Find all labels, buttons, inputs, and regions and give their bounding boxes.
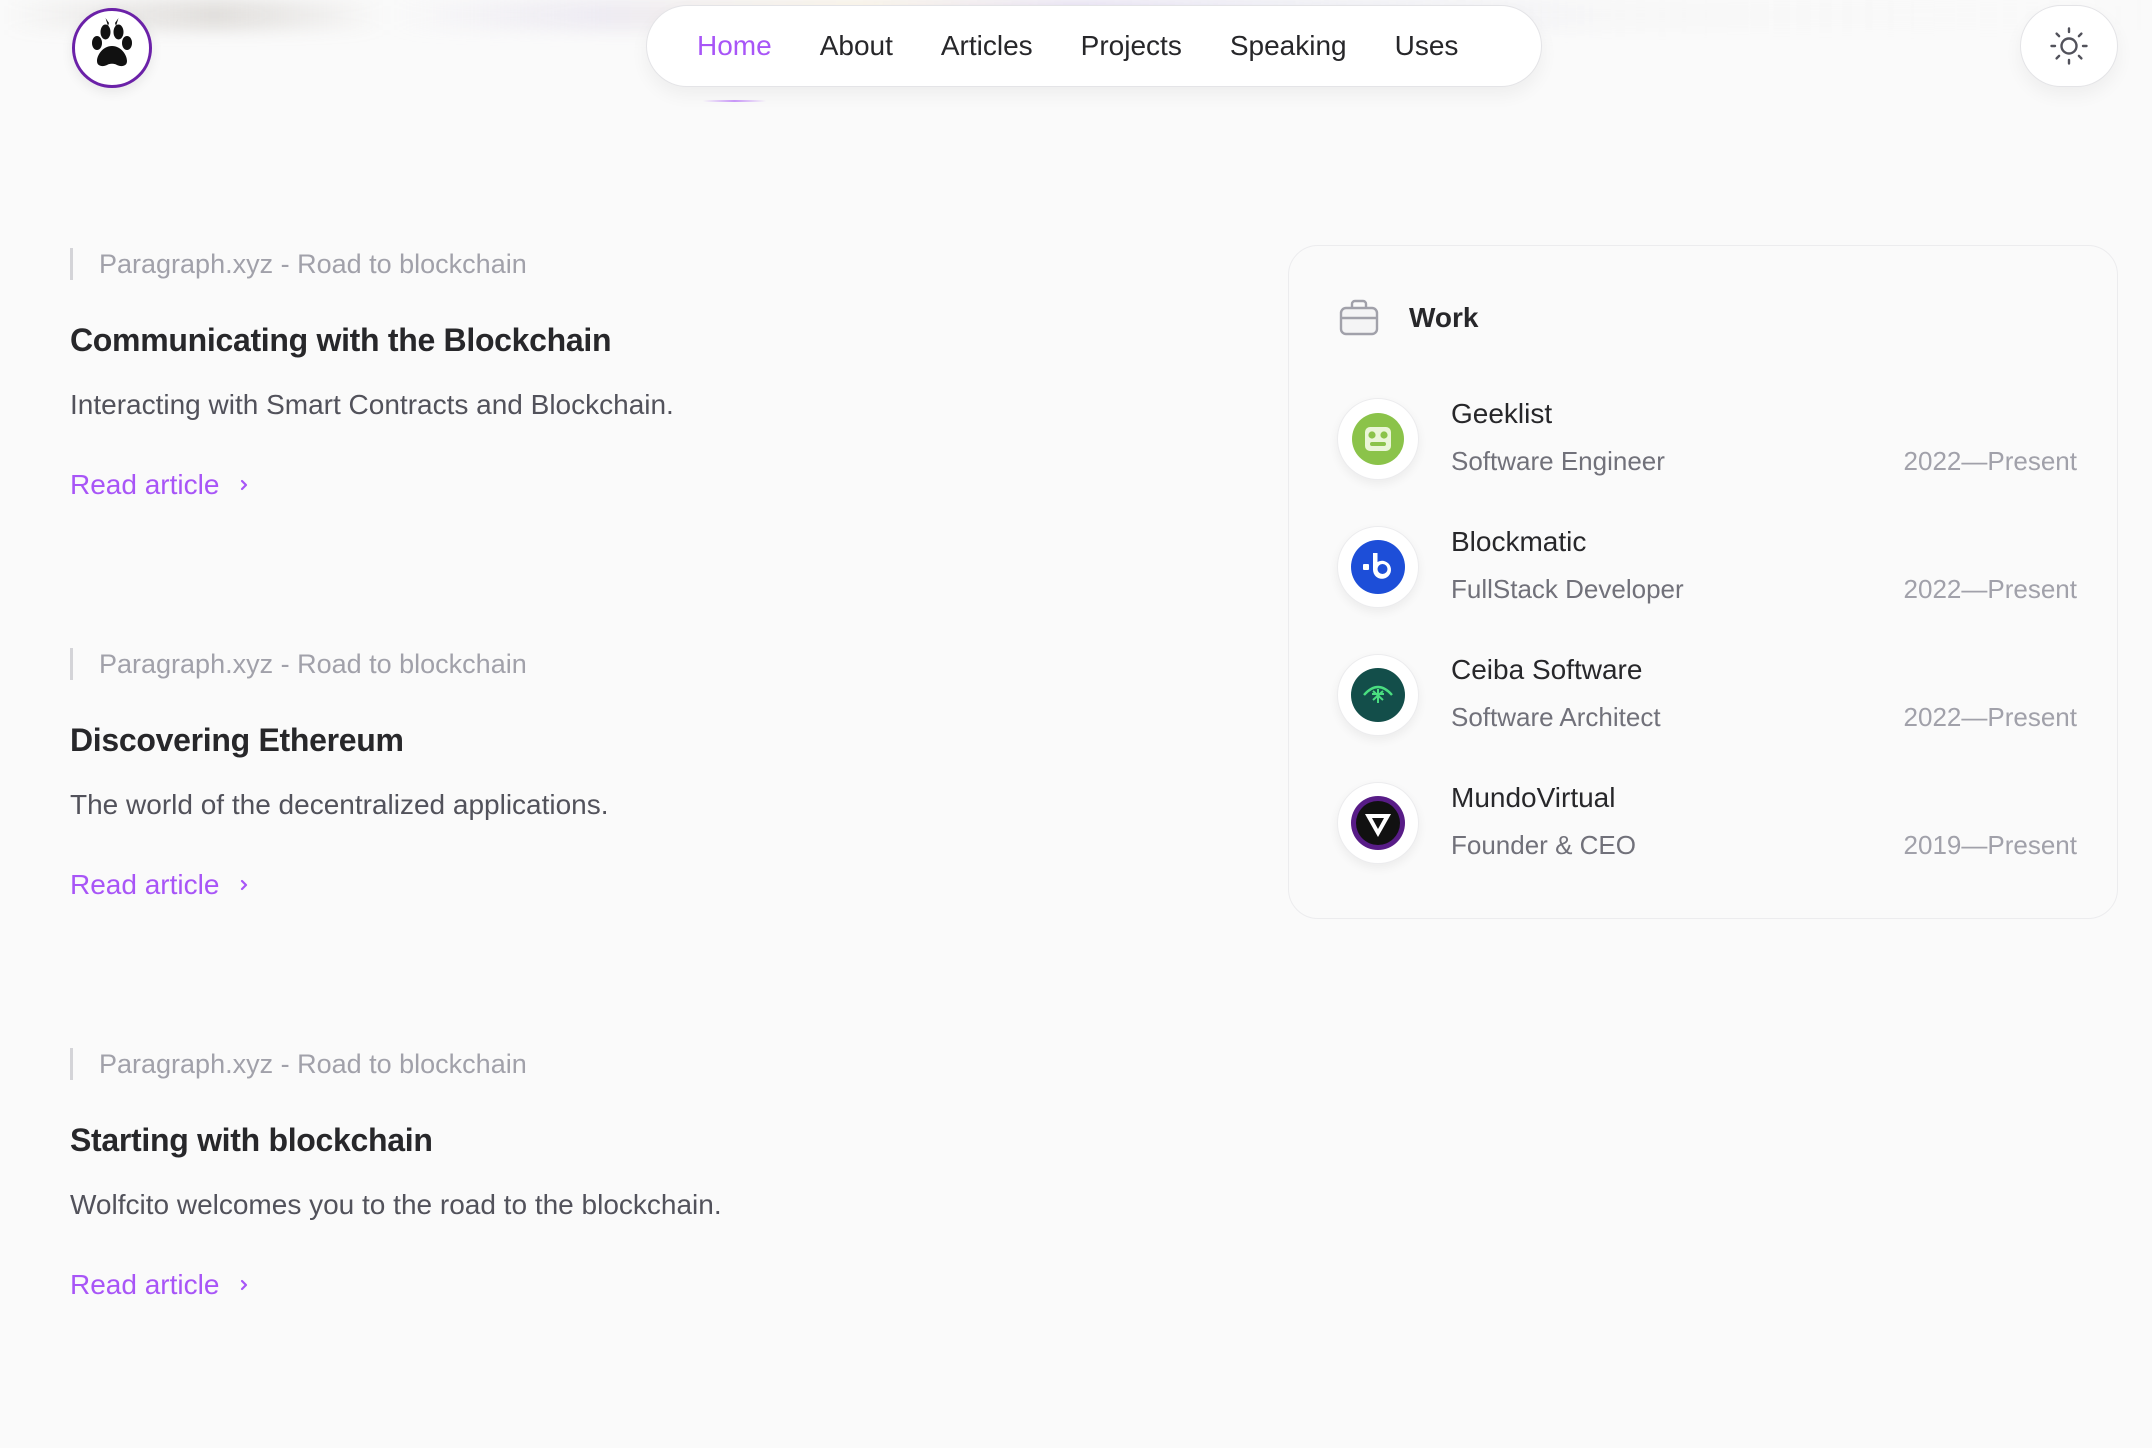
read-article-link[interactable]: Read article <box>70 469 251 501</box>
work-header: Work <box>1337 296 1479 340</box>
job-company: MundoVirtual <box>1451 782 1616 813</box>
job-item: Blockmatic FullStack Developer 2022—Pres… <box>1337 526 2077 616</box>
job-dates: 2019—Present <box>1903 830 2077 860</box>
ceiba-logo <box>1337 654 1419 736</box>
article-title[interactable]: Communicating with the Blockchain <box>70 322 1170 359</box>
read-article-label: Read article <box>70 1269 220 1300</box>
read-article-label: Read article <box>70 469 220 500</box>
article-source: Paragraph.xyz - Road to blockchain <box>70 248 1170 280</box>
chevron-right-icon <box>237 478 251 492</box>
article-title[interactable]: Discovering Ethereum <box>70 722 1170 759</box>
sun-icon <box>2050 27 2088 65</box>
job-dates: 2022—Present <box>1903 702 2077 732</box>
job-role: FullStack Developer <box>1451 574 1684 604</box>
job-role: Software Engineer <box>1451 446 1665 476</box>
nav-uses[interactable]: Uses <box>1395 30 1459 62</box>
article-description: Wolfcito welcomes you to the road to the… <box>70 1189 722 1220</box>
article-card: Paragraph.xyz - Road to blockchain Commu… <box>70 248 1170 648</box>
chevron-right-icon <box>237 878 251 892</box>
job-company: Blockmatic <box>1451 526 1587 557</box>
article-description: The world of the decentralized applicati… <box>70 789 609 820</box>
nav-speaking[interactable]: Speaking <box>1230 30 1347 62</box>
mundovirtual-logo <box>1337 782 1419 864</box>
nav-articles[interactable]: Articles <box>941 30 1033 62</box>
read-article-link[interactable]: Read article <box>70 1269 251 1301</box>
theme-toggle-button[interactable] <box>2020 5 2118 87</box>
work-title: Work <box>1409 302 1479 333</box>
briefcase-icon <box>1339 299 1379 336</box>
article-card: Paragraph.xyz - Road to blockchain Start… <box>70 1048 1170 1448</box>
geeklist-logo <box>1337 398 1419 480</box>
job-role: Founder & CEO <box>1451 830 1636 860</box>
read-article-link[interactable]: Read article <box>70 869 251 901</box>
job-dates: 2022—Present <box>1903 574 2077 604</box>
article-list: Paragraph.xyz - Road to blockchain Commu… <box>70 248 1170 1448</box>
work-card: Work Geeklist Software Engineer 2022—Pre… <box>1288 245 2118 919</box>
article-title[interactable]: Starting with blockchain <box>70 1122 1170 1159</box>
job-company: Geeklist <box>1451 398 1553 429</box>
job-dates: 2022—Present <box>1903 446 2077 476</box>
read-article-label: Read article <box>70 869 220 900</box>
site-logo[interactable] <box>72 8 152 88</box>
job-item: MundoVirtual Founder & CEO 2019—Present <box>1337 782 2077 872</box>
nav-projects[interactable]: Projects <box>1081 30 1182 62</box>
article-source: Paragraph.xyz - Road to blockchain <box>70 1048 1170 1080</box>
blockmatic-logo <box>1337 526 1419 608</box>
article-description: Interacting with Smart Contracts and Blo… <box>70 389 674 420</box>
job-item: Geeklist Software Engineer 2022—Present <box>1337 398 2077 488</box>
nav-home[interactable]: Home <box>697 30 772 102</box>
paw-icon <box>92 18 132 67</box>
article-source: Paragraph.xyz - Road to blockchain <box>70 648 1170 680</box>
job-item: Ceiba Software Software Architect 2022—P… <box>1337 654 2077 744</box>
chevron-right-icon <box>237 1278 251 1292</box>
article-card: Paragraph.xyz - Road to blockchain Disco… <box>70 648 1170 1048</box>
main-nav: Home About Articles Projects Speaking Us… <box>646 5 1542 102</box>
job-role: Software Architect <box>1451 702 1661 732</box>
job-company: Ceiba Software <box>1451 654 1643 685</box>
nav-about[interactable]: About <box>820 30 893 62</box>
